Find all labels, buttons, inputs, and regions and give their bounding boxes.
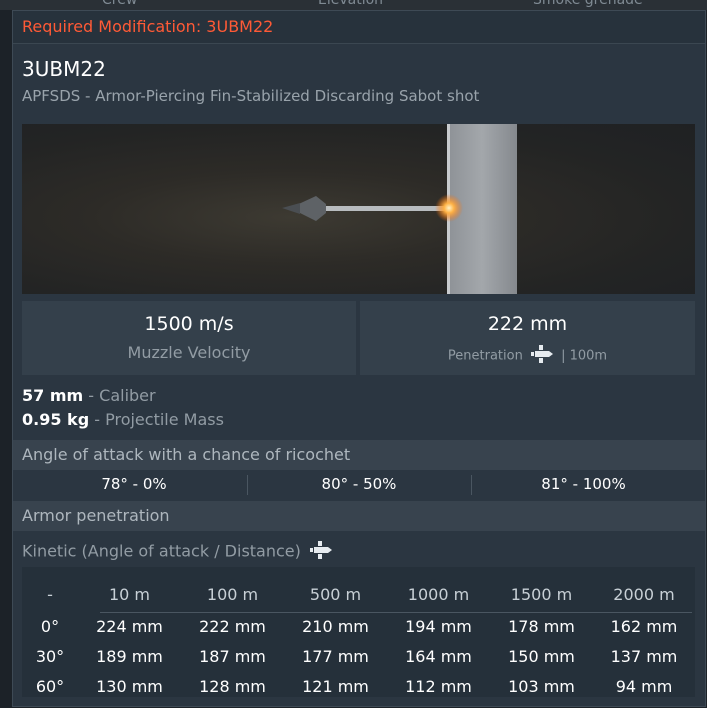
- penetration-illustration: [282, 124, 517, 294]
- table-cell: 130 mm: [96, 677, 163, 696]
- kinetic-label-row: Kinetic (Angle of attack / Distance): [22, 540, 332, 564]
- table-header-cell: 500 m: [309, 585, 362, 604]
- ricochet-value-2: 81° - 100%: [541, 475, 626, 493]
- table-header-cell: 2000 m: [613, 585, 675, 604]
- penetration-value: 222 mm: [487, 313, 568, 335]
- muzzle-velocity-box: 1500 m/s Muzzle Velocity: [22, 301, 356, 375]
- penetration-label-row: Penetration | 100m: [360, 345, 695, 367]
- table-cell: 224 mm: [96, 617, 163, 636]
- bg-item-crew: Crew: [102, 0, 138, 8]
- required-modification-bar: Required Modification: 3UBM22: [13, 11, 705, 44]
- table-row-angle: 0°: [40, 617, 60, 636]
- apfsds-shell-icon: [530, 345, 553, 367]
- background-strip: Crew Elevation Smoke grenade: [0, 0, 707, 10]
- table-cell: 164 mm: [405, 647, 472, 666]
- caliber-row: 57 mm - Caliber: [22, 386, 156, 405]
- ammo-tooltip: Required Modification: 3UBM22 3UBM22 APF…: [12, 10, 706, 707]
- ammo-subtitle: APFSDS - Armor-Piercing Fin-Stabilized D…: [22, 87, 480, 105]
- penetration-preview: [22, 124, 695, 294]
- bg-item-smoke: Smoke grenade: [533, 0, 643, 8]
- table-header-cell: -: [47, 585, 53, 604]
- table-header-cell: 1500 m: [510, 585, 573, 604]
- table-cell: 112 mm: [405, 677, 472, 696]
- table-cell: 189 mm: [96, 647, 163, 666]
- penetration-box: 222 mm Penetration | 100m: [360, 301, 695, 375]
- caliber-value: 57 mm: [22, 386, 84, 405]
- ammo-title: 3UBM22: [22, 57, 106, 81]
- armor-penetration-header: Armor penetration: [13, 501, 705, 531]
- table-cell: 128 mm: [199, 677, 266, 696]
- penetration-distance: | 100m: [561, 348, 608, 364]
- table-cell: 178 mm: [508, 617, 575, 636]
- projectile-mass-label: - Projectile Mass: [94, 410, 224, 429]
- table-cell: 121 mm: [302, 677, 369, 696]
- table-row-angle: 30°: [35, 647, 65, 666]
- ricochet-header-text: Angle of attack with a chance of ricoche…: [22, 445, 351, 464]
- required-modification-text: Required Modification: 3UBM22: [22, 17, 274, 36]
- penetration-label: Penetration: [447, 348, 523, 364]
- kinetic-label: Kinetic (Angle of attack / Distance): [22, 541, 301, 561]
- projectile-mass-value: 0.95 kg: [22, 410, 90, 429]
- table-cell: 222 mm: [199, 617, 266, 636]
- penetration-table: - 10 m 100 m 500 m 1000 m 1500 m 2000 m …: [22, 567, 695, 697]
- ricochet-header: Angle of attack with a chance of ricoche…: [13, 440, 705, 470]
- muzzle-velocity-value: 1500 m/s: [144, 313, 234, 335]
- armor-penetration-header-text: Armor penetration: [22, 506, 170, 525]
- table-header-cell: 10 m: [108, 585, 151, 604]
- caliber-label: - Caliber: [88, 386, 156, 405]
- table-cell: 187 mm: [199, 647, 266, 666]
- table-row-angle: 60°: [35, 677, 65, 696]
- table-cell: 162 mm: [610, 617, 678, 636]
- ricochet-row: 78° - 0% 80° - 50% 81° - 100%: [13, 471, 705, 499]
- apfsds-shell-icon: [309, 540, 332, 564]
- table-cell: 177 mm: [302, 647, 369, 666]
- table-cell: 210 mm: [302, 617, 369, 636]
- dart-projectile: [282, 196, 452, 221]
- table-header-cell: 1000 m: [407, 585, 470, 604]
- table-cell: 94 mm: [615, 677, 673, 696]
- table-cell: 137 mm: [610, 647, 678, 666]
- table-cell: 150 mm: [508, 647, 575, 666]
- projectile-mass-row: 0.95 kg - Projectile Mass: [22, 410, 224, 429]
- table-header-cell: 100 m: [206, 585, 259, 604]
- ricochet-value-1: 80° - 50%: [321, 475, 397, 493]
- bg-item-elevation: Elevation: [318, 0, 384, 8]
- table-cell: 103 mm: [508, 677, 575, 696]
- table-cell: 194 mm: [405, 617, 472, 636]
- muzzle-velocity-label: Muzzle Velocity: [127, 343, 251, 362]
- impact-spark: [435, 194, 463, 222]
- table-header-divider: [100, 612, 692, 613]
- ricochet-value-0: 78° - 0%: [101, 475, 167, 493]
